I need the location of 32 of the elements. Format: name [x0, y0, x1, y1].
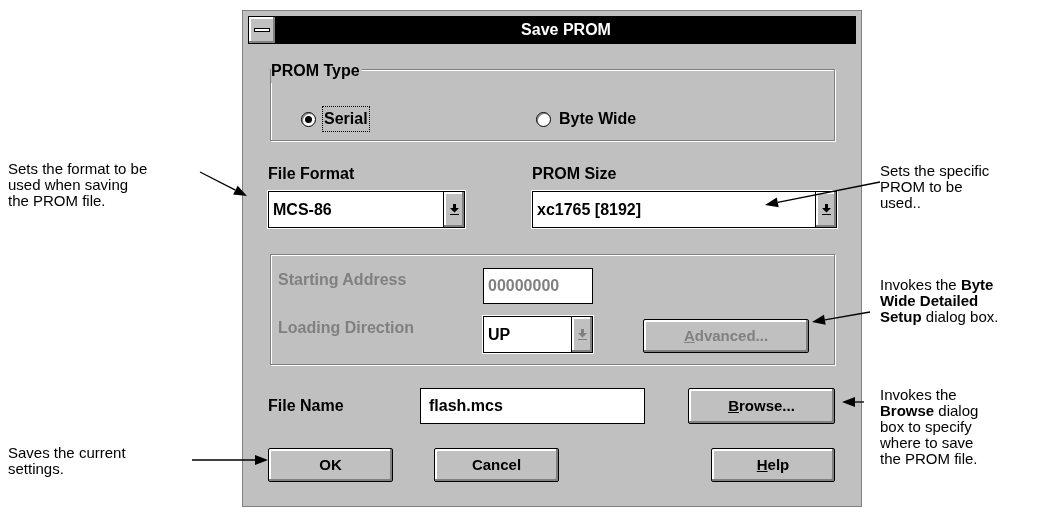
callout-text: Saves the current settings.	[8, 445, 126, 477]
field-label: File Format	[268, 165, 356, 183]
down-arrow-icon	[449, 204, 459, 215]
minus-icon	[254, 28, 270, 32]
browse-button[interactable]: Browse...	[688, 388, 835, 424]
file-format-dropdown[interactable]: MCS-86	[268, 191, 465, 228]
system-menu-button[interactable]	[248, 16, 276, 44]
help-button[interactable]: Help	[711, 448, 835, 482]
prom-size-dropdown[interactable]: xc1765 [8192]	[532, 191, 837, 228]
dropdown-button[interactable]	[443, 192, 464, 227]
callout-text: Invokes the Browse dialog box to specify where to save the PROM file.	[880, 387, 979, 467]
down-arrow-icon	[821, 204, 831, 215]
callout-arrow	[842, 397, 865, 407]
radio-label[interactable]: Byte Wide	[557, 106, 639, 132]
callout-text: Sets the format to be used when saving the PROM file.	[8, 161, 148, 209]
callout-text: Sets the specific PROM to be used..	[880, 163, 990, 211]
radio-label[interactable]: Serial	[322, 106, 370, 132]
radio-button[interactable]	[301, 111, 316, 127]
cancel-button[interactable]: Cancel	[434, 448, 559, 482]
field-label: Loading Direction	[278, 318, 415, 338]
field-label: Starting Address	[278, 270, 408, 290]
window-title: Save PROM	[520, 20, 612, 40]
dropdown-button[interactable]	[571, 317, 592, 352]
ok-button[interactable]: OK	[268, 448, 393, 482]
down-arrow-icon	[577, 329, 587, 340]
dropdown-button[interactable]	[815, 192, 836, 227]
callout-text: Invokes the Byte Wide Detailed Setup dialog box.	[880, 277, 999, 325]
field-label: File Name	[268, 396, 345, 416]
file-name-field[interactable]: flash.mcs	[420, 388, 645, 424]
field-label: PROM Size	[532, 165, 618, 183]
callout-arrow	[812, 311, 871, 325]
callout-arrow	[199, 171, 247, 196]
